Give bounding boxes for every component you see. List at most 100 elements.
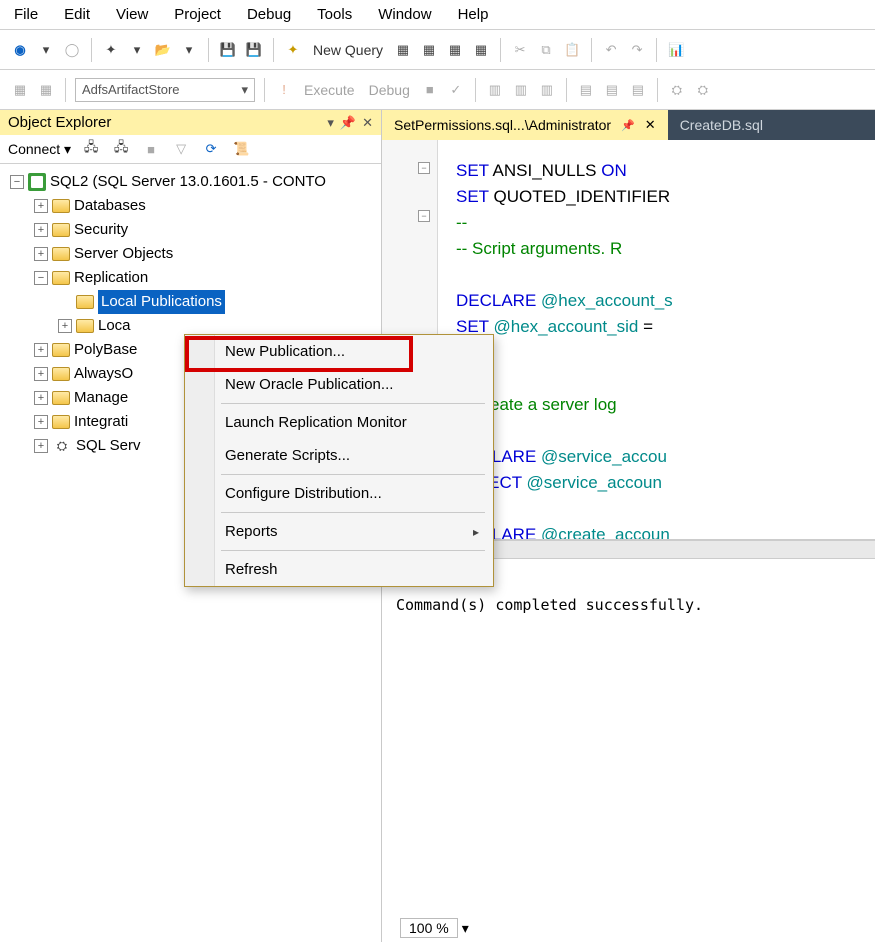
- ctx-generate-scripts[interactable]: Generate Scripts...: [185, 439, 493, 472]
- refresh-icon[interactable]: ⟳: [201, 139, 221, 159]
- save-all-icon[interactable]: 💾: [244, 40, 264, 60]
- execute-icon[interactable]: !: [274, 80, 294, 100]
- results-icon[interactable]: ▤: [576, 80, 596, 100]
- menu-tools[interactable]: Tools: [317, 6, 352, 23]
- tree-replication[interactable]: − Replication: [4, 266, 377, 290]
- options-icon[interactable]: ⛭: [667, 80, 687, 100]
- tree-server-objects[interactable]: + Server Objects: [4, 242, 377, 266]
- ctx-launch-replication-monitor[interactable]: Launch Replication Monitor: [185, 406, 493, 439]
- grid-icon: ▦: [36, 80, 56, 100]
- expand-icon[interactable]: +: [34, 223, 48, 237]
- plan-icon[interactable]: ▥: [485, 80, 505, 100]
- tab-setpermissions[interactable]: SetPermissions.sql...\Administrator 📌 ✕: [382, 110, 668, 140]
- db-icon[interactable]: ▦: [471, 40, 491, 60]
- tree-databases[interactable]: + Databases: [4, 194, 377, 218]
- collapse-icon[interactable]: −: [10, 175, 24, 189]
- ctx-reports[interactable]: Reports: [185, 515, 493, 548]
- results-icon[interactable]: ▤: [602, 80, 622, 100]
- debug-button[interactable]: Debug: [365, 82, 414, 98]
- stop-icon: ■: [141, 139, 161, 159]
- db-icon[interactable]: ▦: [445, 40, 465, 60]
- separator: [475, 78, 476, 102]
- connect-server-icon[interactable]: 🖧: [81, 139, 101, 159]
- fold-icon[interactable]: −: [418, 162, 430, 174]
- expand-icon[interactable]: +: [34, 247, 48, 261]
- separator: [221, 512, 485, 513]
- menu-edit[interactable]: Edit: [64, 6, 90, 23]
- object-explorer-toolbar: Connect ▾ 🖧 🖧 ■ ▽ ⟳ 📜: [0, 135, 381, 164]
- db-icon[interactable]: ▦: [393, 40, 413, 60]
- results-icon[interactable]: ▤: [628, 80, 648, 100]
- close-icon[interactable]: ✕: [645, 117, 656, 133]
- chevron-down-icon: ▾: [241, 82, 248, 98]
- menu-help[interactable]: Help: [458, 6, 489, 23]
- tree-label: Security: [74, 218, 128, 242]
- menu-project[interactable]: Project: [174, 6, 221, 23]
- chevron-down-icon[interactable]: ▾: [179, 40, 199, 60]
- parse-icon: ✓: [446, 80, 466, 100]
- tree-label-selected: Local Publications: [98, 290, 225, 314]
- filter-icon[interactable]: ▽: [171, 139, 191, 159]
- tree-security[interactable]: + Security: [4, 218, 377, 242]
- separator: [591, 38, 592, 62]
- close-icon[interactable]: ✕: [362, 115, 373, 131]
- tab-createdb[interactable]: CreateDB.sql: [668, 110, 775, 140]
- menu-file[interactable]: File: [14, 6, 38, 23]
- plan-icon[interactable]: ▥: [537, 80, 557, 100]
- separator: [221, 403, 485, 404]
- activity-icon[interactable]: 📊: [666, 40, 686, 60]
- editor-tabs: SetPermissions.sql...\Administrator 📌 ✕ …: [382, 110, 875, 140]
- connect-button[interactable]: Connect ▾: [8, 141, 71, 158]
- nav-back-icon[interactable]: ◉: [10, 40, 30, 60]
- expand-icon[interactable]: +: [34, 367, 48, 381]
- expand-icon[interactable]: +: [34, 391, 48, 405]
- expand-icon[interactable]: +: [34, 439, 48, 453]
- new-query-icon[interactable]: ✦: [283, 40, 303, 60]
- ctx-refresh[interactable]: Refresh: [185, 553, 493, 586]
- db-icon[interactable]: ▦: [419, 40, 439, 60]
- separator: [91, 38, 92, 62]
- chevron-down-icon[interactable]: ▾: [36, 40, 56, 60]
- ctx-configure-distribution[interactable]: Configure Distribution...: [185, 477, 493, 510]
- tree-local-publications[interactable]: Local Publications: [4, 290, 377, 314]
- server-icon: [28, 173, 46, 191]
- menu-view[interactable]: View: [116, 6, 148, 23]
- open-icon[interactable]: 📂: [153, 40, 173, 60]
- pin-icon[interactable]: 📌: [621, 119, 635, 132]
- pin-icon[interactable]: 📌: [340, 115, 356, 131]
- redo-icon: ↷: [627, 40, 647, 60]
- chevron-down-icon[interactable]: ▾: [462, 920, 469, 937]
- folder-icon: [76, 295, 94, 309]
- options-icon[interactable]: ⛭: [693, 80, 713, 100]
- tree-label: SQL2 (SQL Server 13.0.1601.5 - CONTO: [50, 170, 326, 194]
- menu-debug[interactable]: Debug: [247, 6, 291, 23]
- new-project-icon[interactable]: ✦: [101, 40, 121, 60]
- fold-icon[interactable]: −: [418, 210, 430, 222]
- ctx-new-oracle-publication[interactable]: New Oracle Publication...: [185, 368, 493, 401]
- object-icon[interactable]: 📜: [231, 139, 251, 159]
- database-combo[interactable]: AdfsArtifactStore ▾: [75, 78, 255, 102]
- expand-icon[interactable]: +: [34, 415, 48, 429]
- new-query-button[interactable]: New Query: [309, 42, 387, 58]
- chevron-down-icon[interactable]: ▾: [127, 40, 147, 60]
- save-icon[interactable]: 💾: [218, 40, 238, 60]
- plan-icon[interactable]: ▥: [511, 80, 531, 100]
- menu-bar: File Edit View Project Debug Tools Windo…: [0, 0, 875, 30]
- expand-icon[interactable]: +: [34, 343, 48, 357]
- dropdown-icon[interactable]: ▾: [327, 115, 334, 131]
- menu-window[interactable]: Window: [378, 6, 431, 23]
- code-text[interactable]: SET ANSI_NULLS ON SET QUOTED_IDENTIFIER …: [438, 140, 875, 539]
- tree-label: PolyBase: [74, 338, 137, 362]
- stop-icon: ■: [420, 80, 440, 100]
- disconnect-icon[interactable]: 🖧: [111, 139, 131, 159]
- undo-icon: ↶: [601, 40, 621, 60]
- collapse-icon[interactable]: −: [34, 271, 48, 285]
- tree-server-node[interactable]: − SQL2 (SQL Server 13.0.1601.5 - CONTO: [4, 170, 377, 194]
- expand-icon[interactable]: +: [34, 199, 48, 213]
- nav-forward-icon: ◯: [62, 40, 82, 60]
- ctx-new-publication[interactable]: New Publication...: [185, 335, 493, 368]
- execute-button[interactable]: Execute: [300, 82, 359, 98]
- expand-icon[interactable]: +: [58, 319, 72, 333]
- zoom-combo[interactable]: 100 % ▾: [400, 918, 469, 938]
- separator: [221, 474, 485, 475]
